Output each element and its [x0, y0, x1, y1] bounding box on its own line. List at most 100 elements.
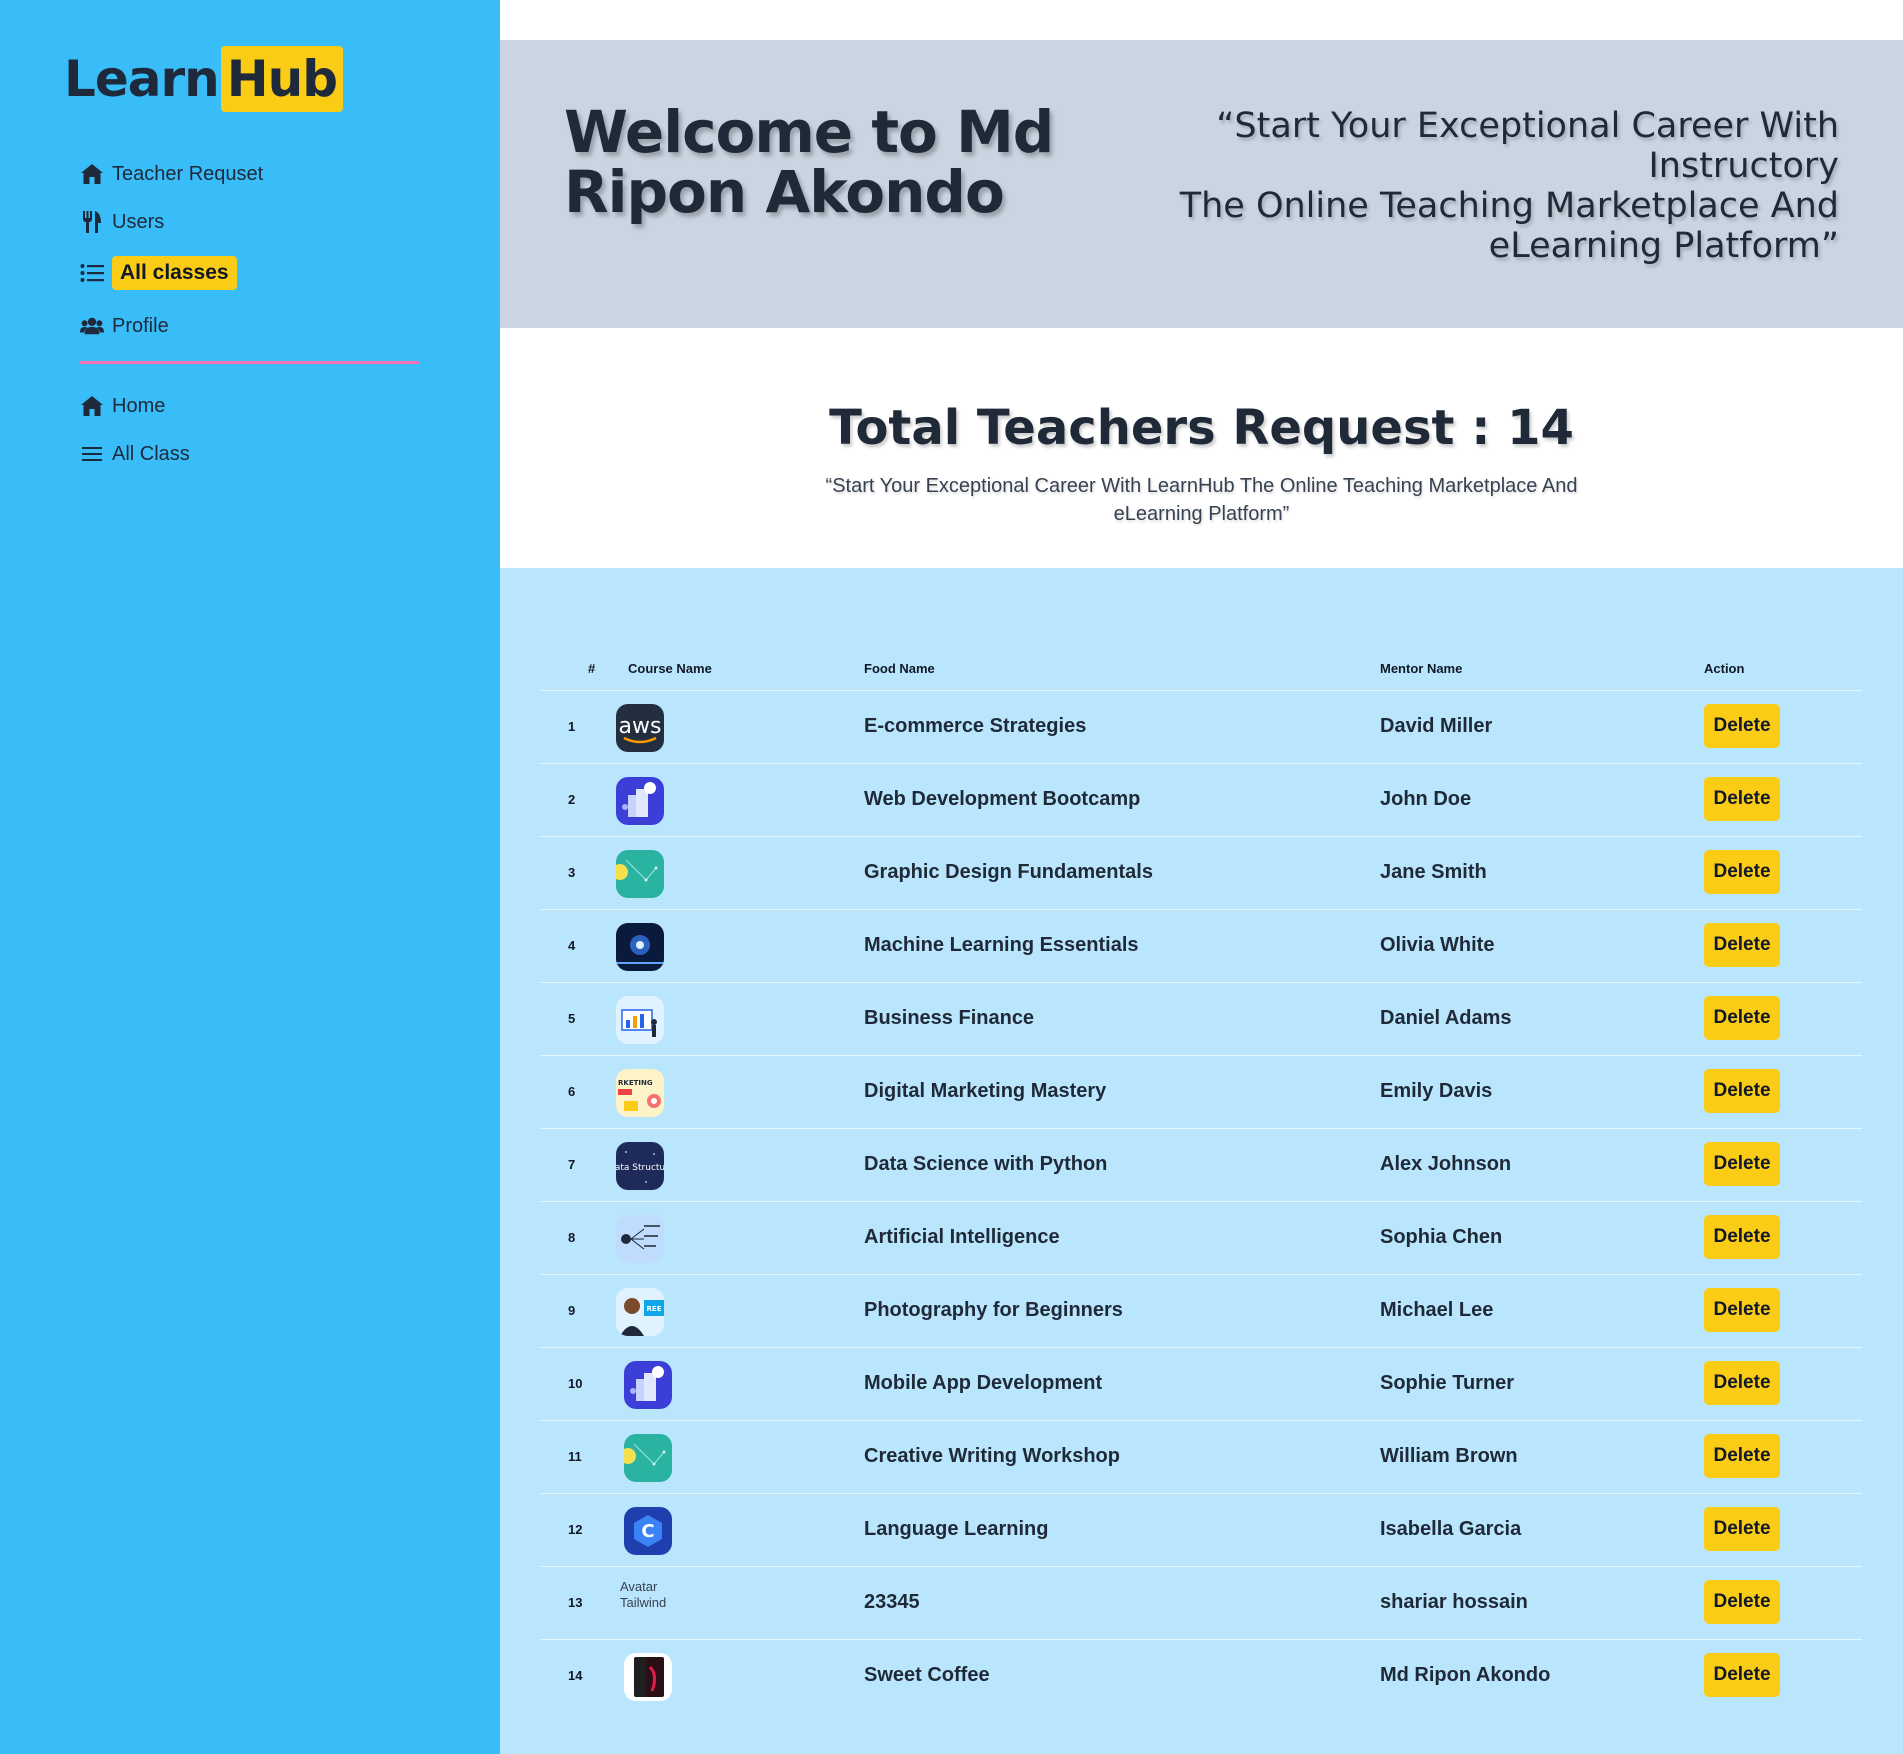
- sidebar-item-home[interactable]: Home: [80, 388, 165, 424]
- logo-hub: Hub: [220, 46, 343, 112]
- sidebar-item-all-class[interactable]: All Class: [80, 436, 190, 472]
- table-row: 9 REE Photography for Beginners Michael Lee…: [540, 1274, 1862, 1347]
- delete-button[interactable]: Delete: [1704, 704, 1780, 748]
- list-icon: [80, 261, 104, 285]
- course-name: Creative Writing Workshop: [864, 1445, 1120, 1467]
- svg-text:RKETING: RKETING: [618, 1079, 653, 1087]
- delete-button[interactable]: Delete: [1704, 923, 1780, 967]
- row-number: 14: [568, 1668, 583, 1683]
- data-structure-thumbnail: ata Structu: [616, 1142, 664, 1190]
- course-name: Artificial Intelligence: [864, 1226, 1060, 1248]
- header-action: Action: [1704, 661, 1745, 676]
- users-icon: [80, 314, 104, 338]
- table-row: 7 ata Structu Data Science with Python Alex…: [540, 1128, 1862, 1201]
- course-name: Sweet Coffee: [864, 1664, 990, 1686]
- svg-text:REE: REE: [647, 1305, 662, 1313]
- phone-thumbnail: [624, 1653, 672, 1701]
- sidebar-item-label: Teacher Requset: [112, 162, 264, 185]
- table-row: 12 C Language Learning Isabella Garcia Delet…: [540, 1493, 1862, 1566]
- delete-button[interactable]: Delete: [1704, 777, 1780, 821]
- mentor-name: Michael Lee: [1380, 1299, 1494, 1321]
- course-name: Machine Learning Essentials: [864, 934, 1139, 956]
- delete-button[interactable]: Delete: [1704, 1580, 1780, 1624]
- logo[interactable]: Learn Hub: [64, 46, 343, 112]
- row-number: 3: [568, 865, 576, 880]
- header-mentor-name: Mentor Name: [1380, 661, 1463, 676]
- delete-button[interactable]: Delete: [1704, 1142, 1780, 1186]
- language-thumbnail: C: [624, 1507, 672, 1555]
- delete-button[interactable]: Delete: [1704, 1215, 1780, 1259]
- table-row: 4 Machine Learning Essentials Olivia White…: [540, 909, 1862, 982]
- mentor-name: Isabella Garcia: [1380, 1518, 1522, 1540]
- sidebar-item-label: Home: [112, 394, 166, 417]
- row-number: 1: [568, 719, 576, 734]
- course-name: Graphic Design Fundamentals: [864, 861, 1153, 883]
- course-name: Data Science with Python: [864, 1153, 1108, 1175]
- home-icon: [80, 162, 104, 186]
- table-row: 3 Graphic Design Fundamentals Jane Smith De…: [540, 836, 1862, 909]
- section-title: Total Teachers Request : 14: [829, 400, 1574, 456]
- row-number: 5: [568, 1011, 576, 1026]
- mentor-name: David Miller: [1380, 715, 1493, 737]
- course-name: Mobile App Development: [864, 1372, 1103, 1394]
- utensils-icon: [80, 210, 104, 234]
- row-number: 11: [568, 1449, 582, 1464]
- mentor-name: Sophie Turner: [1380, 1372, 1515, 1394]
- delete-button[interactable]: Delete: [1704, 1069, 1780, 1113]
- sidebar-item-users[interactable]: Users: [80, 204, 164, 240]
- sidebar-item-label: All classes: [112, 256, 237, 290]
- course-name: 23345: [864, 1591, 920, 1613]
- header-food-name: Food Name: [864, 661, 935, 676]
- marketing-thumbnail: RKETING: [616, 1069, 664, 1117]
- mentor-name: Sophia Chen: [1380, 1226, 1503, 1248]
- requests-table: # Course Name Food Name Mentor Name Acti…: [500, 568, 1903, 1754]
- row-number: 8: [568, 1230, 576, 1245]
- sidebar-item-all-classes[interactable]: All classes: [80, 255, 237, 291]
- row-number: 4: [568, 938, 576, 953]
- delete-button[interactable]: Delete: [1704, 1434, 1780, 1478]
- business-thumbnail: [616, 996, 664, 1044]
- broken-image-icon: Avatar Tailwind: [620, 1579, 670, 1625]
- delete-button[interactable]: Delete: [1704, 1288, 1780, 1332]
- table-row: 2 Web Development Bootcamp John Doe Delete: [540, 763, 1862, 836]
- table-row: 8 Artificial Intelligence Sophia Chen Delet…: [540, 1201, 1862, 1274]
- hero-quote-line2: The Online Teaching Marketplace And eLea…: [1179, 186, 1839, 266]
- sidebar-item-label: All Class: [112, 442, 190, 465]
- sidebar-item-teacher-request[interactable]: Teacher Requset: [80, 156, 263, 192]
- sidebar-item-label: Users: [112, 210, 165, 233]
- row-number: 13: [568, 1595, 583, 1610]
- course-name: Language Learning: [864, 1518, 1049, 1540]
- delete-button[interactable]: Delete: [1704, 1361, 1780, 1405]
- course-name: Web Development Bootcamp: [864, 788, 1141, 810]
- mentor-name: John Doe: [1380, 788, 1472, 810]
- hero-title: Welcome to Md Ripon Akondo: [564, 98, 1054, 226]
- course-name: Photography for Beginners: [864, 1299, 1123, 1321]
- menu-icon: [80, 442, 104, 466]
- svg-text:aws: aws: [619, 714, 662, 739]
- delete-button[interactable]: Delete: [1704, 1653, 1780, 1697]
- photography-thumbnail: REE: [616, 1288, 664, 1336]
- sidebar-item-profile[interactable]: Profile: [80, 308, 169, 344]
- table-row: 13 Avatar Tailwind 23345 shariar hossain Del…: [540, 1566, 1862, 1639]
- header-num: #: [588, 661, 596, 676]
- home-icon: [80, 394, 104, 418]
- delete-button[interactable]: Delete: [1704, 1507, 1780, 1551]
- svg-text:C: C: [641, 1521, 654, 1542]
- mentor-name: Jane Smith: [1380, 861, 1487, 883]
- delete-button[interactable]: Delete: [1704, 850, 1780, 894]
- mentor-name: William Brown: [1380, 1445, 1518, 1467]
- machine-learning-thumbnail: [616, 923, 664, 971]
- row-number: 6: [568, 1084, 576, 1099]
- table-row: 6 RKETING Digital Marketing Mastery Emily D…: [540, 1055, 1862, 1128]
- logo-learn: Learn: [64, 50, 220, 108]
- course-name: Digital Marketing Mastery: [864, 1080, 1107, 1102]
- mentor-name: Emily Davis: [1380, 1080, 1493, 1102]
- table-row: 5 Business Finance Daniel Adams Delete: [540, 982, 1862, 1055]
- mentor-name: Md Ripon Akondo: [1380, 1664, 1551, 1686]
- mentor-name: shariar hossain: [1380, 1591, 1528, 1613]
- row-number: 9: [568, 1303, 576, 1318]
- table-row: 10 Mobile App Development Sophie Turner Del…: [540, 1347, 1862, 1420]
- delete-button[interactable]: Delete: [1704, 996, 1780, 1040]
- table-row: 11 Creative Writing Workshop William Brown…: [540, 1420, 1862, 1493]
- row-number: 10: [568, 1376, 583, 1391]
